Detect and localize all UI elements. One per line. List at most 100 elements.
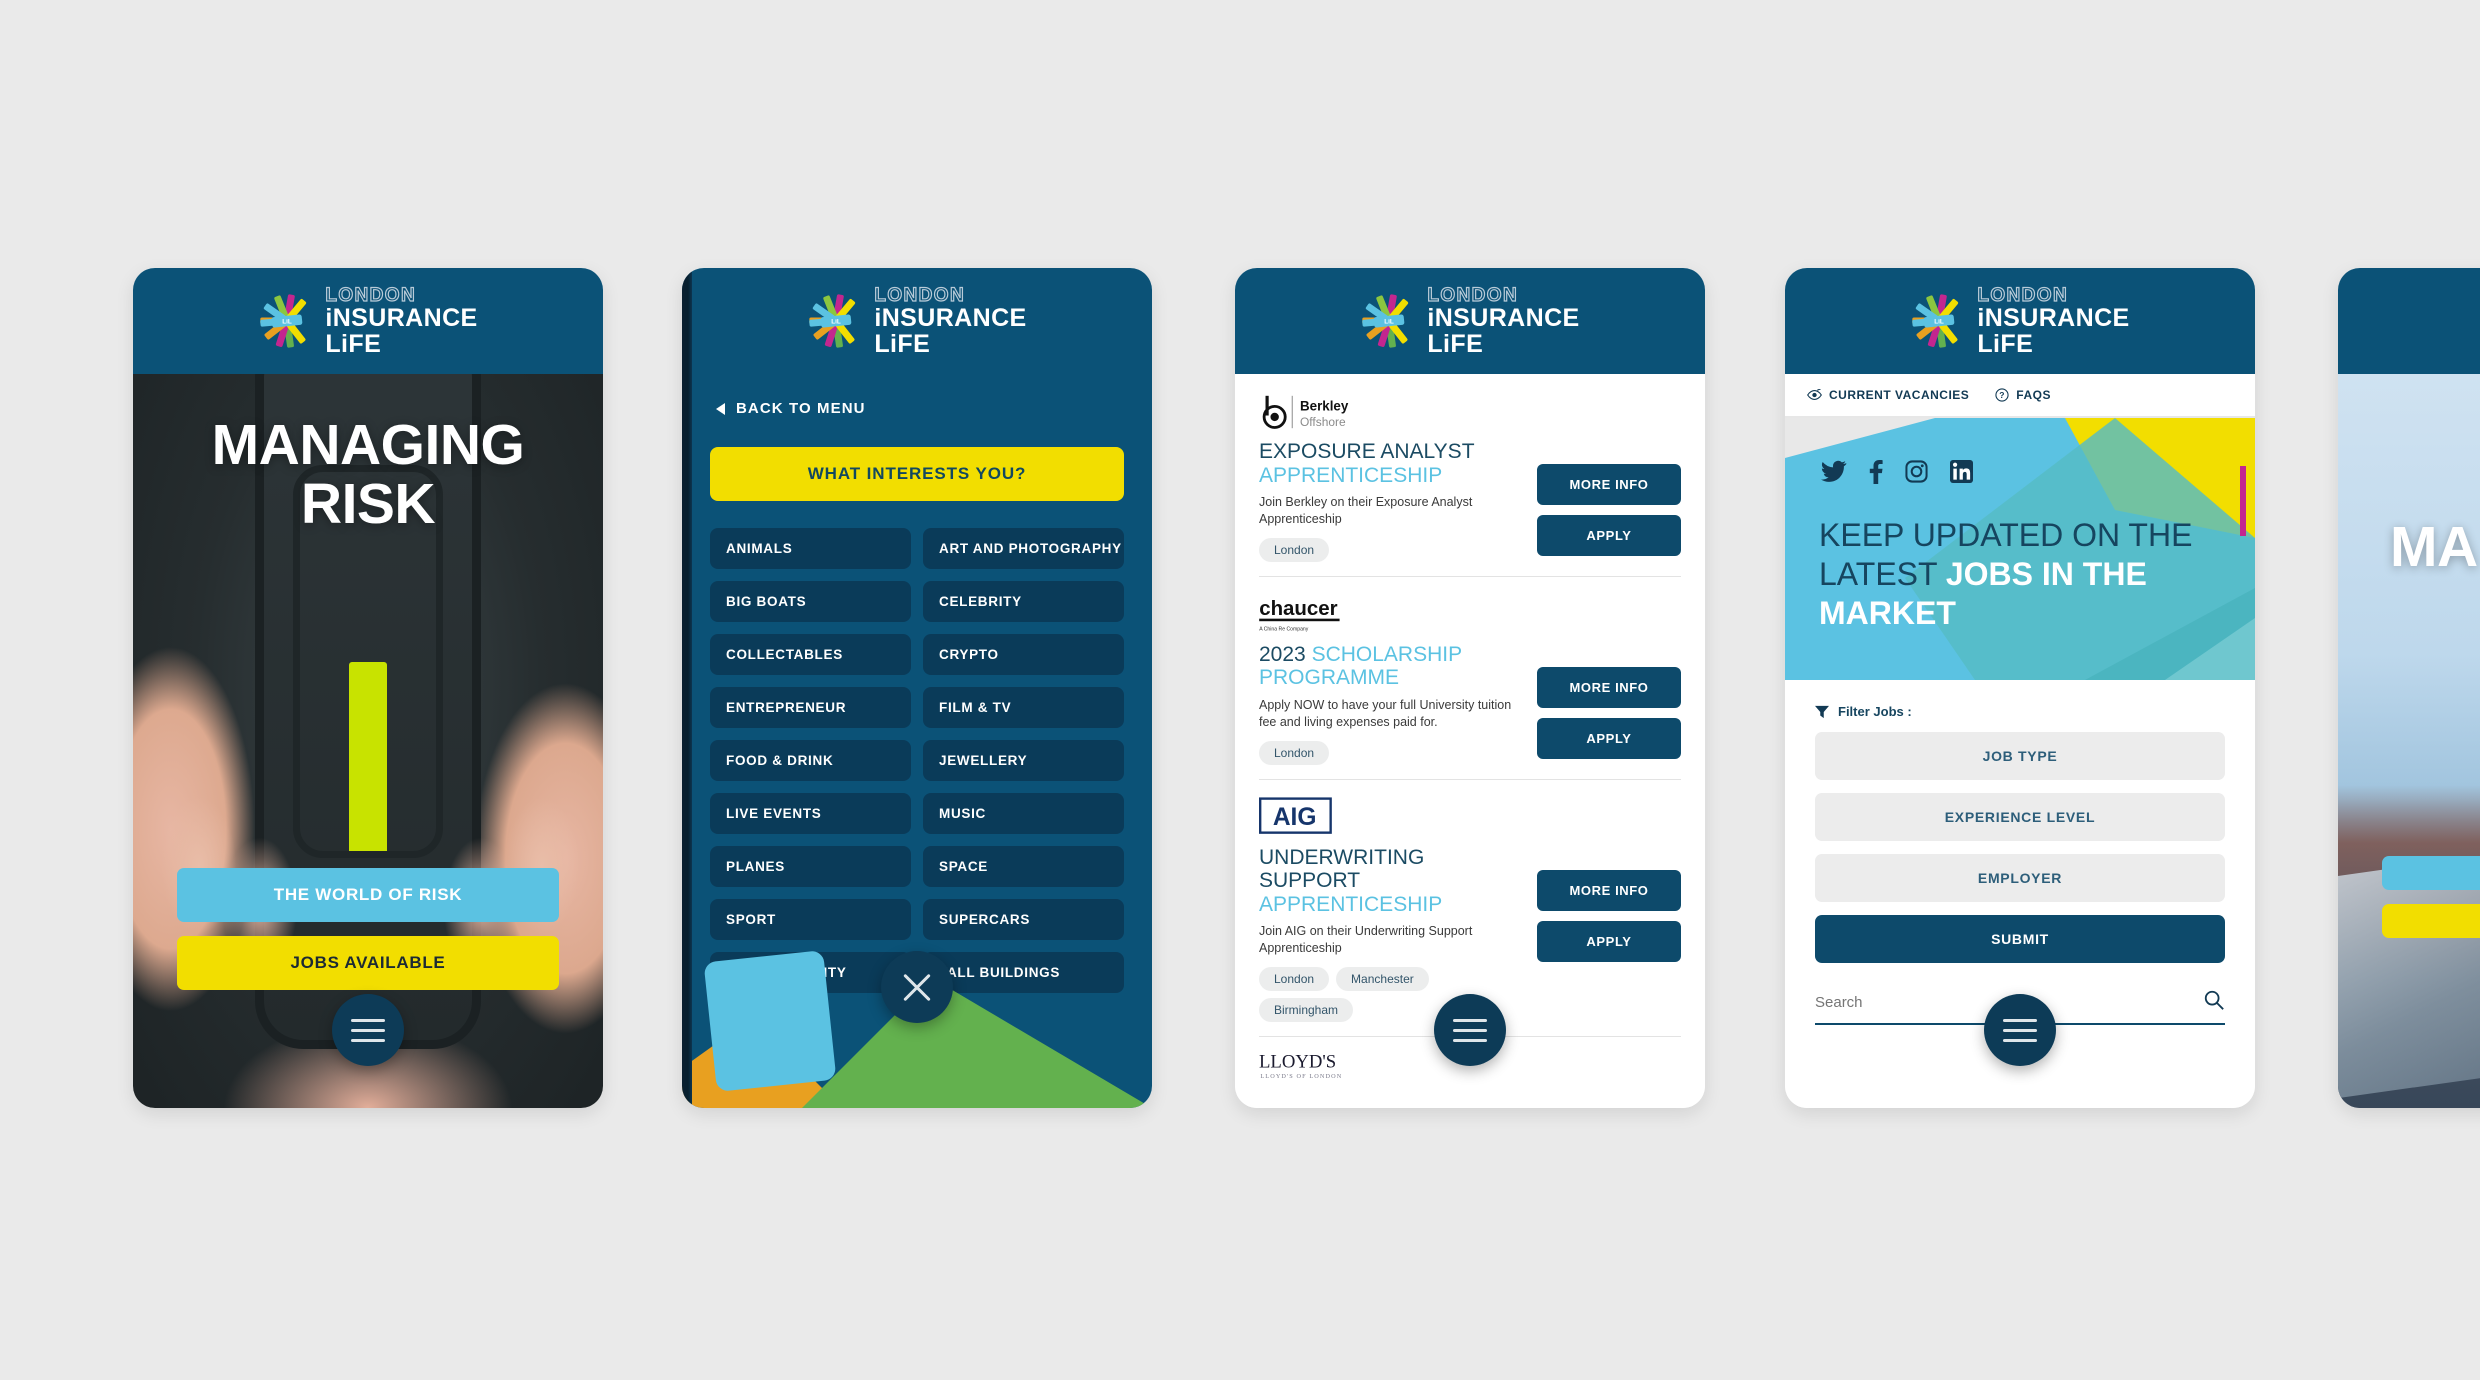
nav-faqs[interactable]: ? FAQS bbox=[1995, 388, 2051, 402]
nav-faqs-label: FAQS bbox=[2016, 388, 2051, 402]
interests-menu-screen: BACK TO MENU WHAT INTERESTS YOU? ANIMALS… bbox=[682, 374, 1152, 1108]
job-title-highlight: APPRENTICESHIP bbox=[1259, 892, 1443, 916]
funnel-icon bbox=[1815, 705, 1829, 718]
interest-item[interactable]: SPORT bbox=[710, 899, 911, 940]
filter-experience-level-button[interactable]: EXPERIENCE LEVEL bbox=[1815, 793, 2225, 841]
back-to-menu-label: BACK TO MENU bbox=[736, 400, 866, 417]
location-tag: Manchester bbox=[1336, 966, 1429, 991]
submit-button[interactable]: SUBMIT bbox=[1815, 915, 2225, 963]
svg-text:LLOYD'S: LLOYD'S bbox=[1259, 1052, 1336, 1073]
interest-item[interactable]: CRYPTO bbox=[923, 634, 1124, 675]
interest-item[interactable]: PLANES bbox=[710, 846, 911, 887]
location-tag: London bbox=[1259, 537, 1330, 562]
chevron-left-icon bbox=[716, 402, 725, 415]
app-header: LiL LONDON iNSURANCE LiFE bbox=[1785, 268, 2255, 374]
phone-mockup-jobs: LiL LONDON iNSURANCE LiFE Berkley Offsho… bbox=[1235, 268, 1705, 1108]
interest-item[interactable]: LIVE EVENTS bbox=[710, 793, 911, 834]
interest-item[interactable]: SPACE bbox=[923, 846, 1124, 887]
interest-item[interactable]: CELEBRITY bbox=[923, 581, 1124, 622]
apply-button[interactable]: APPLY bbox=[1537, 515, 1681, 556]
logo-line-london: LONDON bbox=[325, 284, 417, 306]
banner-headline: KEEP UPDATED ON THE LATEST JOBS IN THE M… bbox=[1819, 516, 2195, 633]
job-title: EXPOSURE ANALYST APPRENTICESHIP bbox=[1259, 440, 1527, 487]
interest-item[interactable]: ENTREPRENEUR bbox=[710, 687, 911, 728]
hero-cta-group: THE WORLD OF RISK JOBS AVAILABLE bbox=[177, 868, 559, 990]
job-title-plain: UNDERWRITING SUPPORT bbox=[1259, 845, 1425, 893]
linkedin-icon[interactable] bbox=[1950, 460, 1973, 489]
interest-item[interactable]: ANIMALS bbox=[710, 528, 911, 569]
app-header: LiL LONDON iNSURANCE LiFE bbox=[1235, 268, 1705, 374]
twitter-icon[interactable] bbox=[1821, 460, 1847, 489]
hamburger-menu-button[interactable] bbox=[1984, 994, 2056, 1066]
hero-partial-cta-group bbox=[2382, 856, 2480, 938]
employer-logo-chaucer: chaucer A China Re Company bbox=[1259, 593, 1681, 637]
interest-item[interactable]: MUSIC bbox=[923, 793, 1124, 834]
interest-item[interactable]: COLLECTABLES bbox=[710, 634, 911, 675]
interest-item[interactable]: SUPERCARS bbox=[923, 899, 1124, 940]
brand-logo: LiL LONDON iNSURANCE LiFE bbox=[258, 284, 478, 358]
employer-logo-berkley: Berkley Offshore bbox=[1259, 390, 1681, 434]
logo-line-life: LiFE bbox=[874, 329, 931, 358]
magnifier-icon[interactable] bbox=[2203, 989, 2225, 1016]
brand-logo: LiL LONDON iNSURANCE LiFE bbox=[1910, 285, 2129, 357]
interest-item[interactable]: FOOD & DRINK bbox=[710, 740, 911, 781]
job-title-plain: EXPOSURE ANALYST bbox=[1259, 440, 1475, 463]
logo-starburst-icon: LiL bbox=[807, 292, 865, 350]
nav-current-vacancies[interactable]: CURRENT VACANCIES bbox=[1807, 388, 1969, 402]
hamburger-menu-icon bbox=[2003, 1028, 2037, 1032]
job-listings-list: Berkley Offshore EXPOSURE ANALYST APPREN… bbox=[1235, 374, 1705, 1108]
app-header: LiL LONDON iNSURANCE LiFE bbox=[682, 268, 1152, 374]
apply-button[interactable]: APPLY bbox=[1537, 920, 1681, 962]
interests-grid: ANIMALS ART AND PHOTOGRAPHY BIG BOATS CE… bbox=[710, 528, 1124, 993]
filter-jobs-label-row: Filter Jobs : bbox=[1815, 704, 2225, 719]
phone-mockup-menu: LiL LONDON iNSURANCE LiFE BACK TO MENU W… bbox=[682, 268, 1152, 1108]
job-card-text: UNDERWRITING SUPPORT APPRENTICESHIP Join… bbox=[1259, 840, 1527, 1022]
interest-item[interactable]: BIG BOATS bbox=[710, 581, 911, 622]
apply-button[interactable]: APPLY bbox=[1537, 717, 1681, 759]
facebook-icon[interactable] bbox=[1869, 460, 1883, 489]
job-card-text: 2023 SCHOLARSHIP PROGRAMME Apply NOW to … bbox=[1259, 637, 1527, 765]
more-info-button[interactable]: MORE INFO bbox=[1537, 869, 1681, 911]
hero-title-line-2: RISK bbox=[300, 472, 436, 537]
filter-job-type-button[interactable]: JOB TYPE bbox=[1815, 732, 2225, 780]
more-info-button[interactable]: MORE INFO bbox=[1537, 666, 1681, 708]
job-card-actions: MORE INFO APPLY bbox=[1537, 637, 1681, 759]
logo-line-london: LONDON bbox=[1427, 284, 1519, 306]
interest-item[interactable]: ART AND PHOTOGRAPHY bbox=[923, 528, 1124, 569]
location-tag: London bbox=[1259, 966, 1330, 991]
phone-mockup-filter: LiL LONDON iNSURANCE LiFE CURRENT VACANC… bbox=[1785, 268, 2255, 1108]
logo-line-insurance: iNSURANCE bbox=[874, 303, 1027, 332]
more-info-button[interactable]: MORE INFO bbox=[1537, 464, 1681, 505]
svg-text:Offshore: Offshore bbox=[1300, 415, 1346, 429]
back-to-menu-button[interactable]: BACK TO MENU bbox=[682, 374, 1152, 417]
filter-employer-button[interactable]: EMPLOYER bbox=[1815, 854, 2225, 902]
jobs-available-button[interactable] bbox=[2382, 904, 2480, 938]
instagram-icon[interactable] bbox=[1905, 460, 1928, 489]
job-card-actions: MORE INFO APPLY bbox=[1537, 434, 1681, 556]
question-circle-icon: ? bbox=[1995, 388, 2009, 402]
logo-starburst-icon: LiL bbox=[258, 292, 316, 350]
job-description: Apply NOW to have your full University t… bbox=[1259, 697, 1512, 729]
location-tag: London bbox=[1259, 740, 1330, 765]
logo-line-insurance: iNSURANCE bbox=[325, 303, 478, 332]
hero-section-partial: MA bbox=[2338, 374, 2480, 1108]
app-header: LiL LONDON iNSURANCE LiFE bbox=[133, 268, 603, 374]
hamburger-menu-button[interactable] bbox=[332, 994, 404, 1066]
interest-item[interactable]: TALL BUILDINGS bbox=[923, 952, 1124, 993]
job-description: Join Berkley on their Exposure Analyst A… bbox=[1259, 495, 1473, 526]
world-of-risk-button[interactable] bbox=[2382, 856, 2480, 890]
world-of-risk-button[interactable]: THE WORLD OF RISK bbox=[177, 868, 559, 922]
jobs-available-button[interactable]: JOBS AVAILABLE bbox=[177, 936, 559, 990]
logo-line-life: LiFE bbox=[325, 329, 382, 358]
what-interests-you-button[interactable]: WHAT INTERESTS YOU? bbox=[710, 447, 1124, 501]
hamburger-menu-icon bbox=[1453, 1038, 1487, 1042]
job-title-plain: 2023 bbox=[1259, 642, 1306, 666]
interest-item[interactable]: JEWELLERY bbox=[923, 740, 1124, 781]
device-edge-shadow bbox=[682, 268, 692, 1108]
brand-logo: LiL LONDON iNSURANCE LiFE bbox=[1360, 284, 1579, 357]
svg-text:LiL: LiL bbox=[1385, 318, 1395, 325]
close-menu-button[interactable] bbox=[881, 951, 953, 1023]
interest-item[interactable]: FILM & TV bbox=[923, 687, 1124, 728]
job-card-actions: MORE INFO APPLY bbox=[1537, 840, 1681, 962]
hamburger-menu-button[interactable] bbox=[1434, 994, 1506, 1066]
